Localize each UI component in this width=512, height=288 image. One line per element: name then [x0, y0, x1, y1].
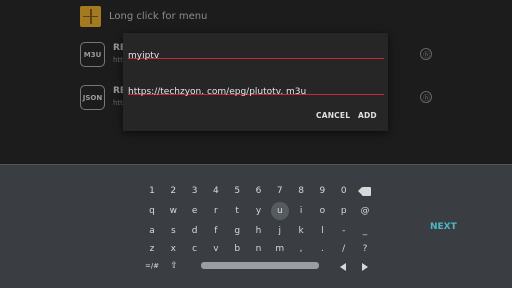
cursor-right-key[interactable]: [355, 258, 375, 276]
add-playlist-row[interactable]: Long click for menu: [80, 5, 208, 27]
key-3-1[interactable]: a: [142, 222, 162, 240]
key-3-9[interactable]: l: [312, 222, 332, 240]
key-2-10[interactable]: p: [334, 202, 354, 220]
key-3-2[interactable]: s: [163, 222, 183, 240]
playlist-url-field: [128, 79, 384, 99]
key-4-9[interactable]: .: [312, 240, 332, 258]
menu-hint: Long click for menu: [109, 10, 208, 22]
add-icon[interactable]: [80, 5, 101, 27]
key-2-11[interactable]: @: [355, 202, 375, 220]
space-bar[interactable]: [201, 262, 319, 269]
key-3-11[interactable]: _: [355, 222, 375, 240]
key-3-6[interactable]: h: [249, 222, 269, 240]
key-1-10[interactable]: 0: [334, 182, 354, 200]
key-1-3[interactable]: 3: [185, 182, 205, 200]
key-4-10[interactable]: /: [334, 240, 354, 258]
key-4-2[interactable]: x: [163, 240, 183, 258]
key-3-4[interactable]: f: [206, 222, 226, 240]
key-3-8[interactable]: k: [291, 222, 311, 240]
key-3-3[interactable]: d: [185, 222, 205, 240]
globe-icon[interactable]: ⓗ: [420, 91, 432, 103]
arrow-left-icon: [340, 263, 346, 271]
key-2-4[interactable]: r: [206, 202, 226, 220]
playlist-url: htt: [113, 99, 123, 107]
key-2-1[interactable]: q: [142, 202, 162, 220]
key-1-2[interactable]: 2: [163, 182, 183, 200]
key-1-6[interactable]: 6: [249, 182, 269, 200]
key-4-3[interactable]: c: [185, 240, 205, 258]
on-screen-keyboard: 1 2 3 4 5 6 7 8 9 0 q w e r t y u i o p @ a s d f g h j k l - _z x c v b n m,…: [0, 164, 512, 288]
symbols-key[interactable]: =/#: [142, 257, 162, 275]
playlist-url-input[interactable]: [128, 85, 384, 99]
key-1-5[interactable]: 5: [227, 182, 247, 200]
key-4-6[interactable]: n: [249, 240, 269, 258]
key-1-4[interactable]: 4: [206, 182, 226, 200]
playlist-name-input[interactable]: [128, 49, 384, 63]
add-playlist-dialog: CANCEL ADD: [123, 33, 388, 131]
key-2-9[interactable]: o: [312, 202, 332, 220]
m3u-file-icon: M3U: [80, 42, 105, 67]
key-1-9[interactable]: 9: [312, 182, 332, 200]
key-4-1[interactable]: z: [142, 240, 162, 258]
key-2-6[interactable]: y: [249, 202, 269, 220]
key-4-7[interactable]: m: [270, 240, 290, 258]
playlist-url: htt: [113, 56, 123, 64]
shift-key[interactable]: ⇧: [164, 257, 184, 275]
key-4-5[interactable]: b: [227, 240, 247, 258]
key-1-1[interactable]: 1: [142, 182, 162, 200]
next-key[interactable]: NEXT: [430, 222, 457, 232]
cursor-left-key[interactable]: [333, 258, 353, 276]
globe-icon[interactable]: ⓗ: [420, 48, 432, 60]
cancel-button[interactable]: CANCEL: [316, 111, 350, 120]
key-1-7[interactable]: 7: [270, 182, 290, 200]
arrow-right-icon: [362, 263, 368, 271]
key-2-8[interactable]: i: [291, 202, 311, 220]
key-2-3[interactable]: e: [185, 202, 205, 220]
key-4-11[interactable]: ?: [355, 240, 375, 258]
add-button[interactable]: ADD: [358, 111, 377, 120]
key-3-5[interactable]: g: [227, 222, 247, 240]
backspace-key[interactable]: [355, 182, 375, 200]
key-4-8[interactable]: ,: [291, 240, 311, 258]
key-4-4[interactable]: v: [206, 240, 226, 258]
key-1-8[interactable]: 8: [291, 182, 311, 200]
playlist-name-field: [128, 43, 384, 63]
key-2-2[interactable]: w: [163, 202, 183, 220]
key-3-7[interactable]: j: [270, 222, 290, 240]
key-2-7[interactable]: u: [270, 202, 289, 220]
key-2-5[interactable]: t: [227, 202, 247, 220]
json-file-icon: JSON: [80, 85, 105, 110]
key-3-10[interactable]: -: [334, 222, 354, 240]
backspace-icon: [358, 186, 371, 196]
